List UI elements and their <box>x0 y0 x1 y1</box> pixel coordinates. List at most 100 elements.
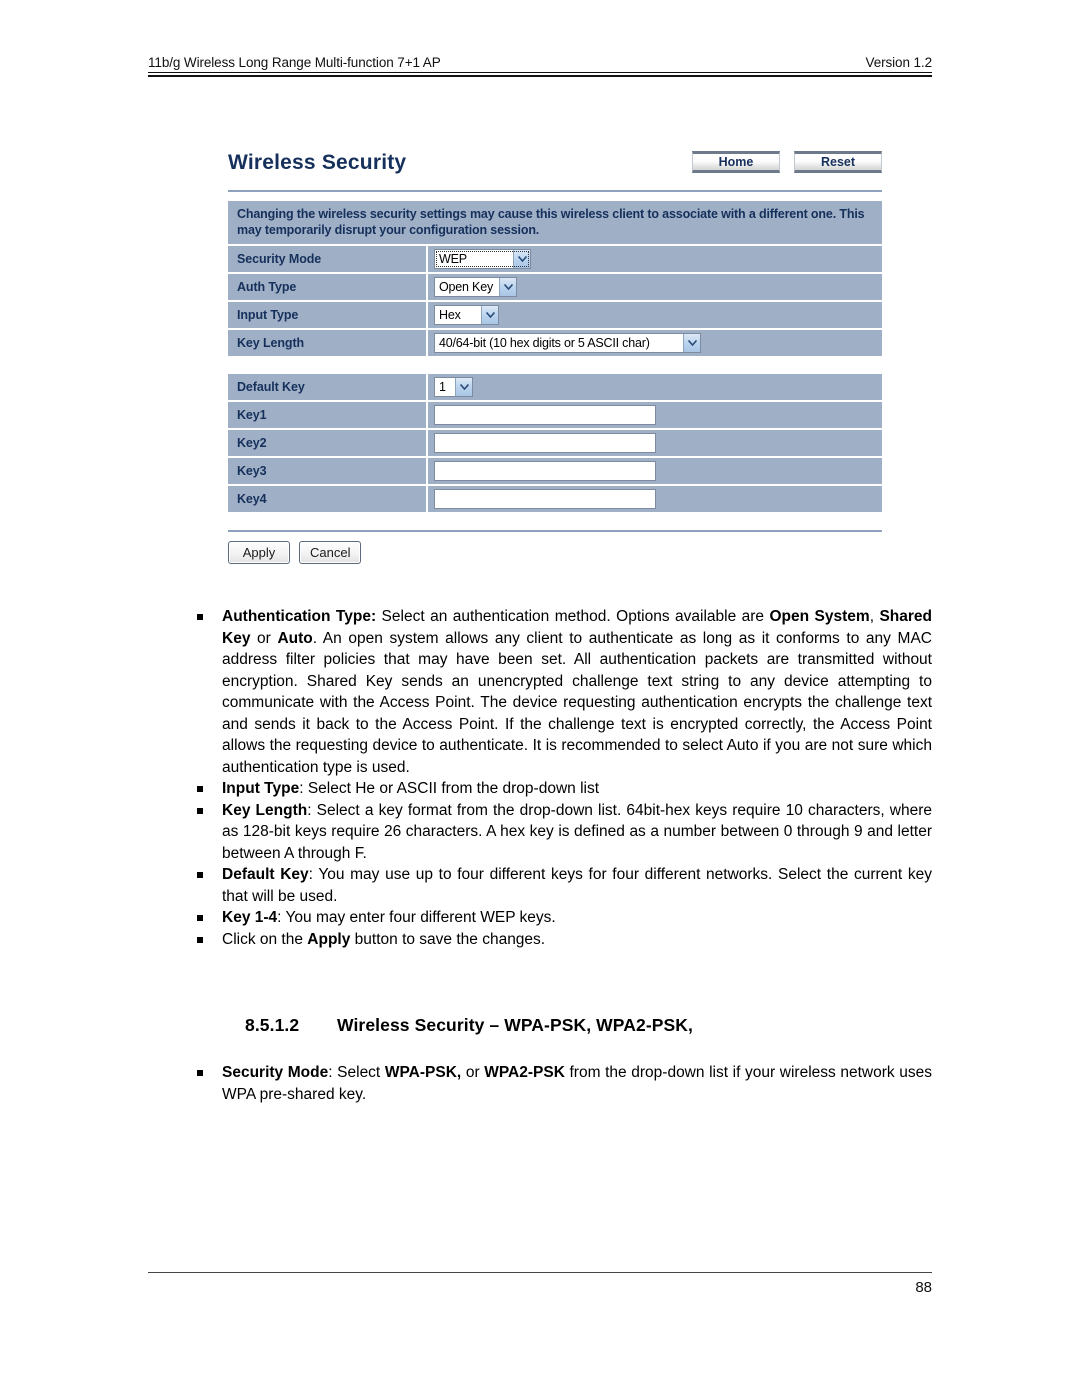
security-mode-value: WEP <box>439 252 467 266</box>
text-default-key: : You may use up to four different keys … <box>222 866 933 905</box>
key-length-value: 40/64-bit (10 hex digits or 5 ASCII char… <box>439 336 650 350</box>
label-key4: Key4 <box>228 486 428 512</box>
list-item-authentication-type: Authentication Type: Select an authentic… <box>186 606 932 778</box>
input-type-select[interactable]: Hex <box>434 305 499 325</box>
list-item-key-1-4: Key 1-4: You may enter four different WE… <box>186 907 932 929</box>
header-rule-thick <box>148 75 932 77</box>
field-default-key: 1 <box>428 374 882 400</box>
text-sm-b: or <box>461 1064 485 1081</box>
reset-button[interactable]: Reset <box>794 151 882 173</box>
bullet-square-icon <box>197 807 203 814</box>
field-key-length: 40/64-bit (10 hex digits or 5 ASCII char… <box>428 330 882 356</box>
label-key-length: Key Length <box>228 330 428 356</box>
field-security-mode: WEP <box>428 246 882 272</box>
text-key-1-4: : You may enter four different WEP keys. <box>277 909 556 926</box>
list-item-input-type: Input Type: Select He or ASCII from the … <box>186 778 932 800</box>
row-key3: Key3 <box>228 458 882 486</box>
text-apply-a: Click on the <box>222 930 308 948</box>
label-key2: Key2 <box>228 430 428 456</box>
row-key1: Key1 <box>228 402 882 430</box>
term-open-system: Open System <box>769 608 870 625</box>
header-rule-thin <box>148 72 932 73</box>
input-type-value: Hex <box>439 308 461 322</box>
cancel-button[interactable]: Cancel <box>299 541 362 564</box>
list-item-security-mode: Security Mode: Select WPA-PSK, or WPA2-P… <box>186 1062 932 1105</box>
default-key-select[interactable]: 1 <box>434 377 473 397</box>
field-key2 <box>428 430 882 456</box>
bullet-square-icon <box>197 936 203 943</box>
table-gap <box>228 356 882 374</box>
home-button[interactable]: Home <box>692 151 780 173</box>
apply-button[interactable]: Apply <box>228 541 290 564</box>
list-item-key-length: Key Length: Select a key format from the… <box>186 800 932 865</box>
term-auto: Auto <box>277 629 313 647</box>
bullet-list-2: Security Mode: Select WPA-PSK, or WPA2-P… <box>186 1062 932 1105</box>
row-default-key: Default Key 1 <box>228 374 882 402</box>
field-key1 <box>428 402 882 428</box>
chevron-down-icon <box>455 378 472 396</box>
description-list-2: Security Mode: Select WPA-PSK, or WPA2-P… <box>186 1062 932 1105</box>
list-item-apply: Click on the Apply button to save the ch… <box>186 929 932 951</box>
text-key-length: : Select a key format from the drop-down… <box>222 801 932 862</box>
label-key3: Key3 <box>228 458 428 484</box>
field-key3 <box>428 458 882 484</box>
bullet-square-icon <box>197 872 203 878</box>
title-divider <box>228 190 882 192</box>
chevron-down-icon <box>481 306 498 324</box>
label-security-mode: Security Mode <box>228 246 428 272</box>
chevron-down-icon <box>513 250 530 268</box>
term-input-type: Input Type <box>222 780 300 797</box>
chevron-down-icon <box>683 334 700 352</box>
text-input-type: : Select He or ASCII from the drop-down … <box>299 780 600 797</box>
key-length-select[interactable]: 40/64-bit (10 hex digits or 5 ASCII char… <box>434 333 701 353</box>
term-key-length: Key Length <box>222 801 308 819</box>
term-apply: Apply <box>307 930 351 948</box>
default-key-value: 1 <box>439 380 446 394</box>
bullet-square-icon <box>197 614 203 620</box>
section-title: Wireless Security – WPA-PSK, WPA2-PSK, <box>337 1015 694 1035</box>
label-auth-type: Auth Type <box>228 274 428 300</box>
label-default-key: Default Key <box>228 374 428 400</box>
list-item-default-key: Default Key: You may use up to four diff… <box>186 864 932 907</box>
bullet-square-icon <box>197 1070 203 1076</box>
panel-actions: Apply Cancel <box>228 541 882 564</box>
key4-input[interactable] <box>434 489 656 509</box>
chevron-down-icon <box>499 278 516 296</box>
text-sm-a: : Select <box>328 1064 385 1081</box>
row-security-mode: Security Mode WEP <box>228 246 882 274</box>
row-input-type: Input Type Hex <box>228 302 882 330</box>
page-title: Wireless Security <box>228 151 407 174</box>
text-apply-b: button to save the changes. <box>350 930 546 948</box>
term-key-1-4: Key 1-4 <box>222 909 278 926</box>
panel-nav-buttons: Home Reset <box>692 150 882 173</box>
field-auth-type: Open Key <box>428 274 882 300</box>
term-authentication-type: Authentication Type: <box>222 608 377 625</box>
auth-type-value: Open Key <box>439 280 493 294</box>
term-security-mode: Security Mode <box>222 1064 329 1081</box>
key1-input[interactable] <box>434 405 656 425</box>
row-key2: Key2 <box>228 430 882 458</box>
section-number: 8.5.1.2 <box>245 1015 300 1035</box>
wep-keys-table: Default Key 1 Key1 Key2 Key3 Key4 <box>228 374 882 512</box>
key3-input[interactable] <box>434 461 656 481</box>
text-auth-a: Select an authentication method. Options… <box>376 608 770 625</box>
field-input-type: Hex <box>428 302 882 328</box>
term-default-key: Default Key <box>222 866 309 883</box>
bullet-list: Authentication Type: Select an authentic… <box>186 606 932 950</box>
auth-type-select[interactable]: Open Key <box>434 277 517 297</box>
header-document-title: 11b/g Wireless Long Range Multi-function… <box>148 55 441 70</box>
running-header: 11b/g Wireless Long Range Multi-function… <box>148 55 932 77</box>
row-key-length: Key Length 40/64-bit (10 hex digits or 5… <box>228 330 882 356</box>
page-number: 88 <box>915 1279 932 1296</box>
security-notice: Changing the wireless security settings … <box>228 201 882 246</box>
text-auth-c: or <box>250 629 278 647</box>
label-key1: Key1 <box>228 402 428 428</box>
text-auth-d: . An open system allows any client to au… <box>222 629 932 776</box>
actions-divider <box>228 530 882 532</box>
security-mode-select[interactable]: WEP <box>434 249 531 269</box>
row-key4: Key4 <box>228 486 882 512</box>
section-heading: 8.5.1.2 Wireless Security – WPA-PSK, WPA2… <box>245 1015 693 1036</box>
panel-titlebar: Wireless Security Home Reset <box>228 150 882 184</box>
text-auth-b: , <box>869 608 880 625</box>
key2-input[interactable] <box>434 433 656 453</box>
